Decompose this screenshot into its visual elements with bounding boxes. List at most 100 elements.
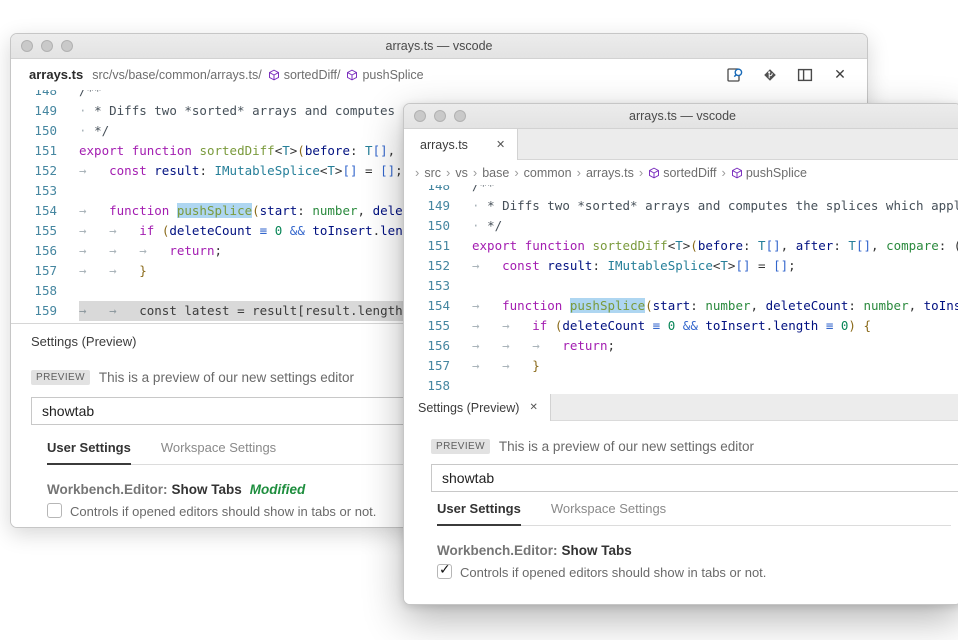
breadcrumb-item[interactable]: vs [455, 166, 468, 180]
line-text[interactable]: /** [79, 90, 867, 101]
chevron-right-icon: › [639, 165, 643, 180]
line-number: 157 [404, 356, 450, 376]
open-preview-icon[interactable] [726, 66, 744, 84]
setting-value-row: Controls if opened editors should show i… [437, 564, 951, 581]
code-line[interactable]: 155→ → if (deleteCount ≡ 0 && toInsert.l… [404, 316, 958, 336]
line-number: 154 [404, 296, 450, 316]
code-line[interactable]: 150· */ [404, 216, 958, 236]
symbol-cube-icon [268, 69, 280, 81]
editor-tab-bar: arrays.ts ✕ [404, 129, 958, 160]
setting-title: Workbench.Editor:Show Tabs [437, 543, 951, 558]
line-number: 157 [11, 261, 57, 281]
line-text[interactable]: /** [472, 185, 958, 196]
tab-user-settings[interactable]: User Settings [437, 501, 521, 526]
preview-badge: PREVIEW [31, 370, 90, 385]
line-number: 159 [11, 301, 57, 321]
line-number: 154 [11, 201, 57, 221]
code-line[interactable]: 148 /** [11, 90, 867, 101]
setting-description: Controls if opened editors should show i… [70, 503, 376, 520]
vscode-window-front: arrays.ts — vscode arrays.ts ✕ › src › vs › b… [403, 103, 958, 605]
line-number: 149 [404, 196, 450, 216]
line-number: 148 [11, 90, 57, 101]
code-line[interactable]: 156 → → → return; [404, 336, 958, 356]
code-line[interactable]: 149 · * Diffs two *sorted* arrays and com… [404, 196, 958, 216]
tab-workspace-settings[interactable]: Workspace Settings [551, 501, 666, 525]
setting-description: Controls if opened editors should show i… [460, 564, 766, 581]
tab-workspace-settings[interactable]: Workspace Settings [161, 440, 276, 464]
line-number: 152 [404, 256, 450, 276]
breadcrumb-item[interactable]: base [482, 166, 509, 180]
line-text[interactable]: → → → return; [472, 336, 958, 356]
modified-badge: Modified [250, 482, 306, 497]
chevron-right-icon: › [473, 165, 477, 180]
setting-item: Workbench.Editor:Show Tabs Controls if o… [437, 543, 951, 581]
chevron-right-icon: › [415, 165, 419, 180]
chevron-right-icon: › [514, 165, 518, 180]
line-text[interactable]: · */ [472, 216, 958, 236]
window-title: arrays.ts — vscode [11, 34, 867, 58]
tab-arrays-ts[interactable]: arrays.ts ✕ [404, 129, 518, 160]
tab-settings-preview[interactable]: Settings (Preview) ✕ [404, 394, 551, 421]
code-line[interactable]: 148 /** [404, 185, 958, 196]
tab-label: Settings (Preview) [418, 401, 519, 415]
line-number: 156 [11, 241, 57, 261]
file-name[interactable]: arrays.ts [29, 67, 83, 82]
preview-text: This is a preview of our new settings ed… [499, 439, 754, 454]
git-compare-icon[interactable] [761, 66, 779, 84]
window-title: arrays.ts — vscode [404, 104, 958, 128]
show-tabs-checkbox[interactable] [47, 503, 62, 518]
code-line[interactable]: 154 → function pushSplice(start: number, … [404, 296, 958, 316]
symbol-pushsplice[interactable]: pushSplice [362, 68, 423, 82]
preview-badge: PREVIEW [431, 439, 490, 454]
split-editor-icon[interactable] [796, 66, 814, 84]
code-line[interactable]: 158 [404, 376, 958, 394]
breadcrumb-item[interactable]: src [424, 166, 441, 180]
tab-user-settings[interactable]: User Settings [47, 440, 131, 465]
code-line[interactable]: 153 [404, 276, 958, 296]
line-number: 156 [404, 336, 450, 356]
line-text[interactable]: → → if (deleteCount ≡ 0 && toInsert.leng… [472, 316, 958, 336]
line-text[interactable]: → function pushSplice(start: number, del… [472, 296, 958, 316]
breadcrumb-item[interactable]: arrays.ts [586, 166, 634, 180]
editor-title-breadcrumb: arrays.ts src/vs/base/common/arrays.ts/ … [11, 59, 867, 91]
breadcrumb-symbol[interactable]: pushSplice [731, 166, 807, 180]
line-text[interactable] [472, 276, 958, 296]
chevron-right-icon: › [446, 165, 450, 180]
line-text[interactable]: · * Diffs two *sorted* arrays and comput… [472, 196, 958, 216]
breadcrumb-symbol[interactable]: sortedDiff [648, 166, 716, 180]
line-number: 152 [11, 161, 57, 181]
line-text[interactable]: export function sortedDiff<T>(before: T[… [472, 236, 958, 256]
line-text[interactable] [472, 376, 958, 394]
close-tab-icon[interactable]: ✕ [529, 402, 537, 413]
line-number: 151 [11, 141, 57, 161]
file-path[interactable]: src/vs/base/common/arrays.ts/ sortedDiff… [92, 68, 423, 82]
preview-row: PREVIEW This is a preview of our new set… [431, 439, 951, 454]
path-text[interactable]: src/vs/base/common/arrays.ts/ [92, 68, 262, 82]
setting-category: Workbench.Editor: [47, 482, 168, 497]
close-tab-icon[interactable]: ✕ [496, 138, 505, 151]
editor-actions: ✕ [726, 66, 849, 84]
settings-preview-panel: PREVIEW This is a preview of our new set… [404, 421, 958, 581]
code-editor[interactable]: 148 /** 149 · * Diffs two *sorted* arrays a… [404, 185, 958, 394]
show-tabs-checkbox[interactable] [437, 564, 452, 579]
line-number: 149 [11, 101, 57, 121]
line-number: 158 [11, 281, 57, 301]
line-number: 150 [11, 121, 57, 141]
code-line[interactable]: 157 → → } [404, 356, 958, 376]
line-number: 148 [404, 185, 450, 196]
setting-name: Show Tabs [172, 482, 242, 497]
settings-search-input[interactable] [431, 464, 958, 492]
preview-text: This is a preview of our new settings ed… [99, 370, 354, 385]
titlebar[interactable]: arrays.ts — vscode [11, 34, 867, 59]
symbol-sorteddiff[interactable]: sortedDiff/ [284, 68, 341, 82]
breadcrumb-item[interactable]: common [524, 166, 572, 180]
close-editor-icon[interactable]: ✕ [831, 66, 849, 84]
line-number: 153 [404, 276, 450, 296]
line-text[interactable]: → const result: IMutableSplice<T>[] = []… [472, 256, 958, 276]
titlebar[interactable]: arrays.ts — vscode [404, 104, 958, 129]
chevron-right-icon: › [577, 165, 581, 180]
code-line[interactable]: 152 → const result: IMutableSplice<T>[] =… [404, 256, 958, 276]
line-text[interactable]: → → } [472, 356, 958, 376]
code-line[interactable]: 151export function sortedDiff<T>(before:… [404, 236, 958, 256]
line-number: 155 [11, 221, 57, 241]
